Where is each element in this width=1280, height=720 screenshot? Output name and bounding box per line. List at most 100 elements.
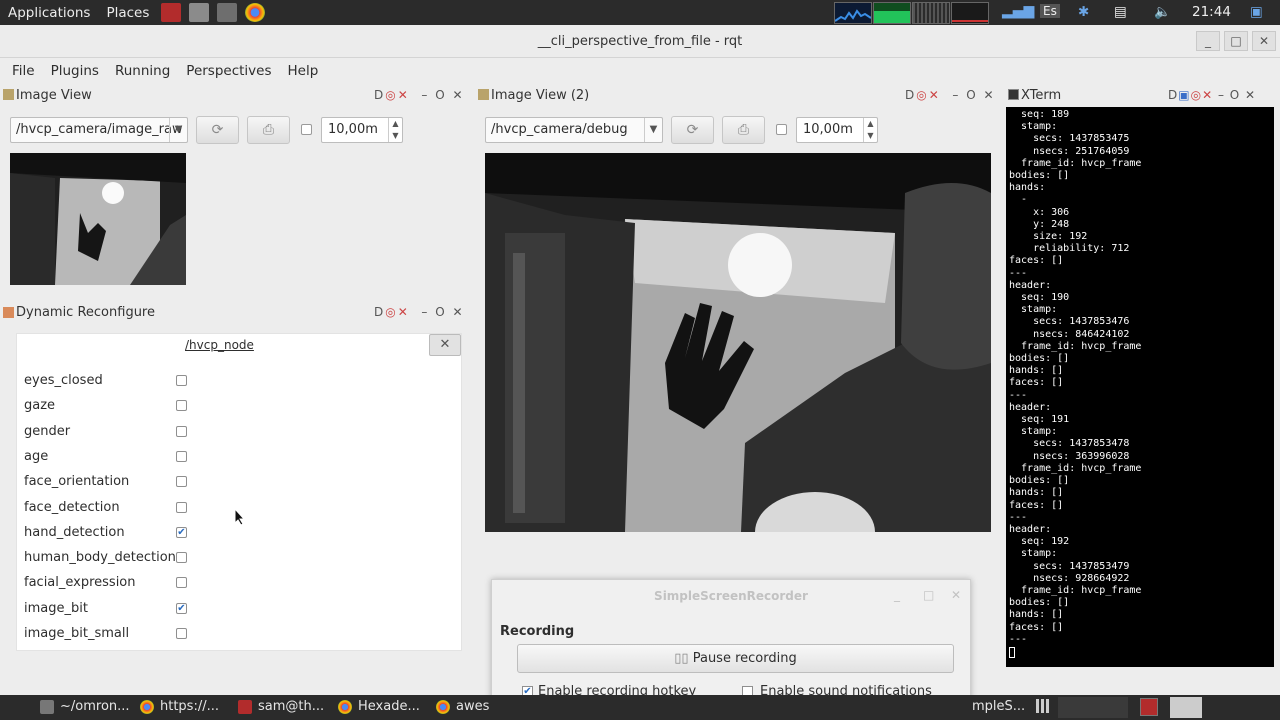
- terminal-line: header:: [1009, 523, 1052, 535]
- bluetooth-icon[interactable]: ✱: [1078, 4, 1089, 20]
- terminal-output[interactable]: seq: 189 stamp: secs: 1437853475 nsecs: …: [1006, 107, 1274, 667]
- save-image-button[interactable]: ⎙: [247, 116, 290, 144]
- param-checkbox[interactable]: [176, 375, 187, 386]
- param-checkbox[interactable]: [176, 501, 187, 513]
- pane-controls[interactable]: D◎✕ – O ✕: [374, 305, 465, 323]
- top-panel: Applications Places ▂▄▆ Es ✱ ▤ 🔈 21:44 ▣: [0, 0, 1280, 25]
- camera-image: [10, 153, 186, 285]
- spin-arrows-icon[interactable]: ▲ ▼: [863, 118, 877, 142]
- pane-controls[interactable]: D▣◎✕ – O ✕: [1168, 88, 1256, 106]
- param-label: face_detection: [24, 499, 120, 515]
- pane-title: Dynamic Reconfigure: [16, 305, 155, 320]
- pause-icon: ▯▯: [674, 651, 693, 666]
- param-label: image_bit: [24, 600, 88, 616]
- taskbar: ~/omron... https://... sam@th... Hexade.…: [0, 695, 1280, 720]
- workspace-switcher[interactable]: [1170, 697, 1202, 718]
- terminal-line: bodies: []: [1009, 353, 1070, 365]
- maximize-button[interactable]: □: [1224, 31, 1248, 51]
- topic-select[interactable]: /hvcp_camera/image_raw ▼: [10, 117, 188, 143]
- spin-arrows-icon[interactable]: ▲ ▼: [388, 118, 402, 142]
- timeout-value: 10,00m: [328, 122, 378, 137]
- chrome-icon[interactable]: [245, 3, 266, 22]
- menu-running[interactable]: Running: [107, 63, 178, 79]
- terminal-line: reliability: 712: [1009, 243, 1130, 255]
- launcher-app-icon[interactable]: [161, 3, 182, 22]
- pane-title: Image View (2): [491, 88, 590, 103]
- terminal-line: hands: []: [1009, 365, 1064, 377]
- clipboard-icon[interactable]: ▤: [1114, 4, 1127, 20]
- recording-section-label: Recording: [500, 624, 575, 639]
- menu-file[interactable]: File: [4, 63, 43, 79]
- places-menu[interactable]: Places: [98, 5, 157, 21]
- task-rqt[interactable]: [1058, 697, 1128, 718]
- param-label: facial_expression: [24, 575, 136, 591]
- menu-plugins[interactable]: Plugins: [43, 63, 107, 79]
- image-view-icon: [478, 89, 489, 100]
- terminal-launcher-icon[interactable]: [217, 3, 238, 22]
- session-icon[interactable]: ▣: [1250, 4, 1263, 20]
- timeout-spinbox[interactable]: 10,00m ▲ ▼: [796, 117, 878, 143]
- smooth-checkbox[interactable]: [301, 124, 312, 135]
- terminal-line: faces: []: [1009, 499, 1064, 511]
- pane-controls[interactable]: D◎✕ – O ✕: [905, 88, 996, 106]
- param-checkbox[interactable]: [176, 577, 187, 589]
- refresh-button[interactable]: ⟳: [196, 116, 239, 144]
- signal-icon[interactable]: ▂▄▆: [1002, 3, 1034, 19]
- node-label: /hvcp_node: [185, 338, 254, 352]
- save-image-button[interactable]: ⎙: [722, 116, 765, 144]
- task-chrome-1[interactable]: https://...: [140, 699, 219, 714]
- pane-title: XTerm: [1021, 88, 1062, 103]
- grid-icon[interactable]: [1036, 699, 1050, 713]
- workspace-icon[interactable]: [1140, 698, 1158, 716]
- task-label: sam@th...: [258, 699, 325, 714]
- clock[interactable]: 21:44: [1192, 4, 1231, 20]
- param-checkbox[interactable]: [176, 552, 187, 564]
- terminal-icon: [1008, 89, 1019, 100]
- param-label: image_bit_small: [24, 626, 130, 641]
- pane-controls[interactable]: D◎✕ – O ✕: [374, 88, 465, 106]
- param-checkbox[interactable]: [176, 476, 187, 488]
- terminal-line: ---: [1009, 633, 1028, 645]
- memory-graph: [873, 2, 911, 24]
- menu-help[interactable]: Help: [280, 63, 327, 79]
- menu-perspectives[interactable]: Perspectives: [178, 63, 279, 79]
- maximize-icon[interactable]: □: [923, 588, 934, 602]
- refresh-button[interactable]: ⟳: [671, 116, 714, 144]
- volume-icon[interactable]: 🔈: [1154, 4, 1171, 20]
- task-terminal[interactable]: ~/omron...: [40, 699, 130, 714]
- terminal-line: ---: [1009, 389, 1028, 401]
- keyboard-layout[interactable]: Es: [1040, 4, 1060, 18]
- chrome-icon: [436, 699, 450, 714]
- pause-recording-button[interactable]: ▯▯ Pause recording: [517, 644, 954, 673]
- terminal-line: size: 192: [1009, 231, 1088, 243]
- param-checkbox[interactable]: ✔: [176, 526, 187, 538]
- camera-image-large: [485, 153, 991, 532]
- param-checkbox[interactable]: [176, 425, 187, 437]
- terminal-line: seq: 189: [1009, 109, 1070, 120]
- task-chrome-3[interactable]: awes: [436, 699, 489, 714]
- close-button[interactable]: ✕: [1252, 31, 1276, 51]
- task-email[interactable]: sam@th...: [238, 699, 324, 714]
- close-node-button[interactable]: ✕: [429, 334, 461, 356]
- network-graph: [912, 2, 950, 24]
- close-icon[interactable]: ✕: [951, 588, 961, 602]
- applications-menu[interactable]: Applications: [0, 5, 98, 21]
- file-manager-icon[interactable]: [189, 3, 210, 22]
- chevron-down-icon: ▼: [169, 118, 187, 142]
- task-chrome-2[interactable]: Hexade...: [338, 699, 420, 714]
- smooth-checkbox[interactable]: [776, 124, 787, 135]
- topic-select[interactable]: /hvcp_camera/debug ▼: [485, 117, 663, 143]
- param-label: hand_detection: [24, 524, 125, 540]
- terminal-icon: [40, 699, 54, 714]
- param-checkbox[interactable]: [176, 450, 187, 462]
- param-label: face_orientation: [24, 474, 130, 490]
- param-checkbox[interactable]: ✔: [176, 602, 187, 614]
- param-checkbox[interactable]: [176, 628, 187, 639]
- terminal-line: hands:: [1009, 182, 1046, 194]
- minimize-button[interactable]: _: [1196, 31, 1220, 51]
- task-recorder[interactable]: mpleS...: [972, 699, 1025, 714]
- minimize-icon[interactable]: _: [894, 588, 900, 602]
- terminal-line: secs: 1437853476: [1009, 316, 1130, 328]
- param-checkbox[interactable]: [176, 400, 187, 412]
- timeout-spinbox[interactable]: 10,00m ▲ ▼: [321, 117, 403, 143]
